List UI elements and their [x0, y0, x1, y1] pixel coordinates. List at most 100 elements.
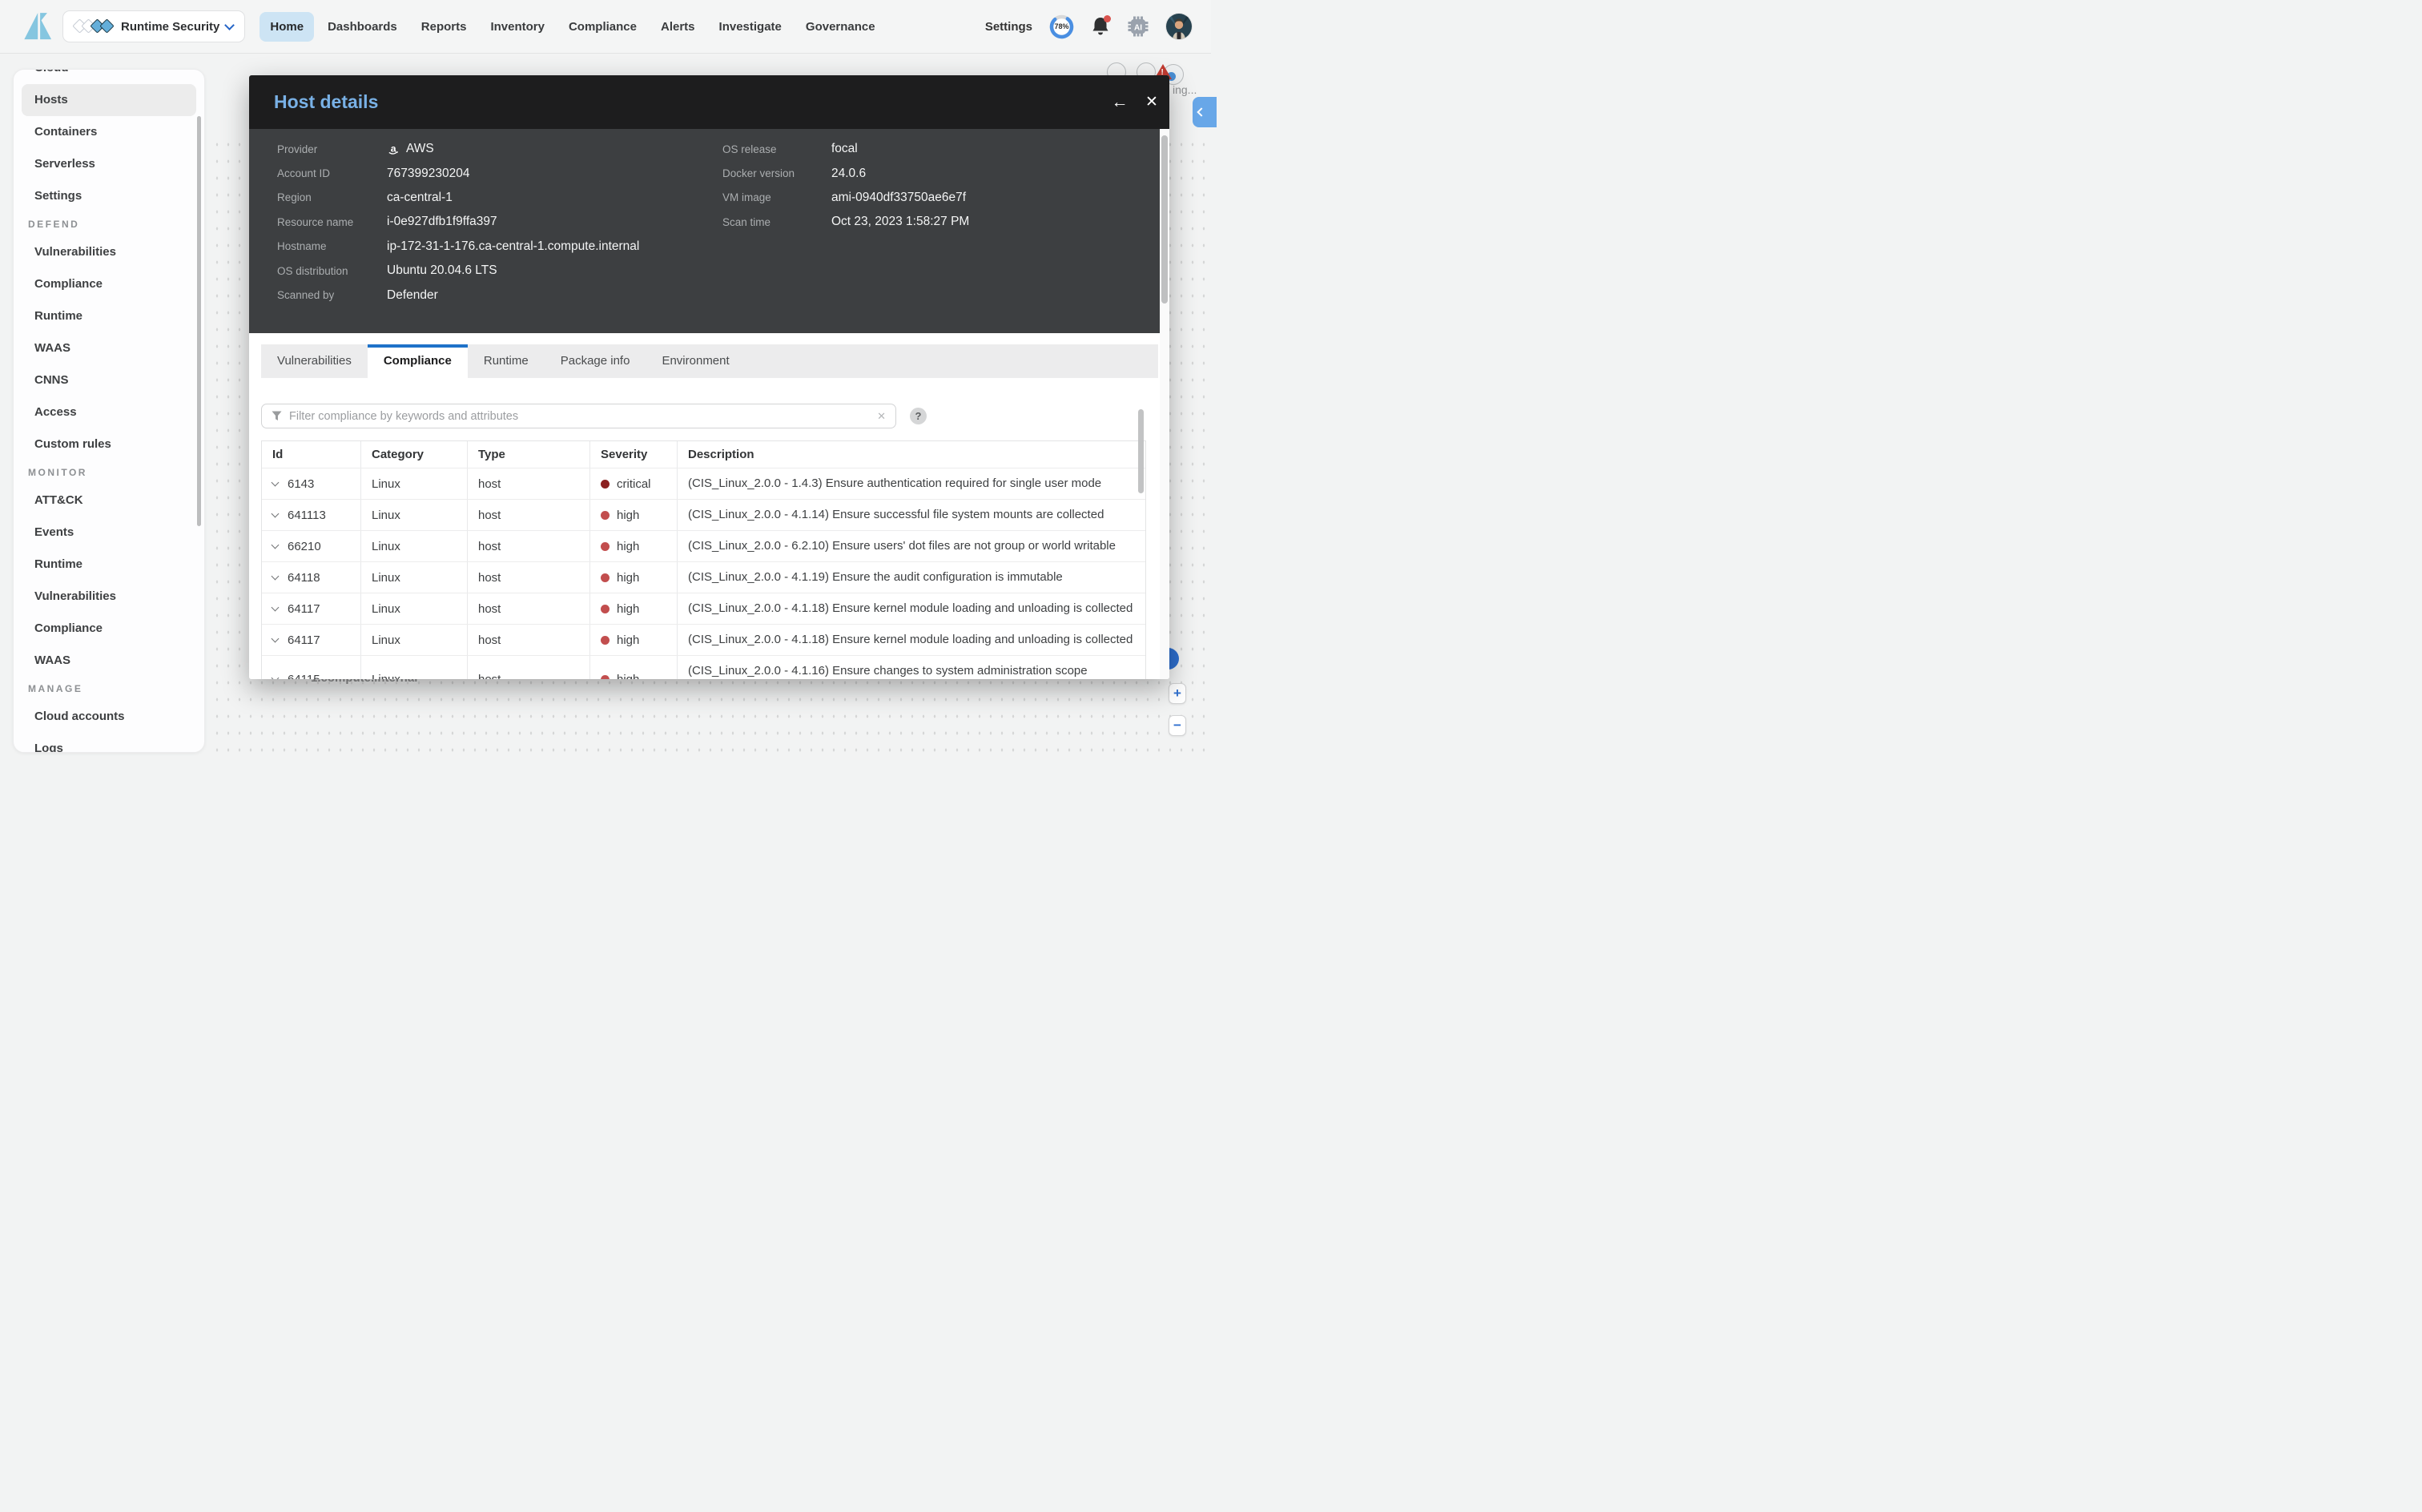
detail-field-os-release: OS releasefocal	[722, 137, 969, 161]
cell-type: host	[468, 531, 590, 561]
severity-label: critical	[617, 477, 651, 491]
sidebar-item-serverless[interactable]: Serverless	[22, 148, 196, 180]
nav-item-alerts[interactable]: Alerts	[650, 12, 706, 42]
cell-severity: high	[590, 656, 678, 679]
compliance-filter-input[interactable]	[289, 410, 870, 423]
cell-description: (CIS_Linux_2.0.0 - 4.1.16) Ensure change…	[678, 656, 1145, 679]
table-row[interactable]: 64115Linuxhosthigh(CIS_Linux_2.0.0 - 4.1…	[262, 656, 1145, 679]
sidebar-item-att-ck[interactable]: ATT&CK	[22, 485, 196, 517]
nav-item-investigate[interactable]: Investigate	[709, 12, 792, 42]
sidebar-item-runtime[interactable]: Runtime	[22, 549, 196, 581]
credits-progress-ring[interactable]: 78%	[1049, 14, 1074, 39]
compliance-table: IdCategoryTypeSeverityDescription6143Lin…	[261, 440, 1146, 679]
detail-field-hostname: Hostnameip-172-31-1-176.ca-central-1.com…	[277, 235, 639, 259]
detail-label: Region	[277, 191, 387, 203]
ai-copilot-icon[interactable]: AI	[1127, 15, 1149, 38]
background-text-fragment: ing...	[1173, 83, 1197, 96]
table-row[interactable]: 64118Linuxhosthigh(CIS_Linux_2.0.0 - 4.1…	[262, 562, 1145, 593]
row-expand-chevron-icon[interactable]	[272, 479, 280, 487]
tab-environment[interactable]: Environment	[646, 344, 745, 378]
row-expand-chevron-icon[interactable]	[272, 541, 280, 549]
cell-description: (CIS_Linux_2.0.0 - 4.1.18) Ensure kernel…	[678, 593, 1145, 624]
detail-value: 767399230204	[387, 167, 469, 181]
compliance-id: 64117	[288, 633, 320, 647]
sidebar-item-waas[interactable]: WAAS	[22, 645, 196, 677]
tab-compliance[interactable]: Compliance	[368, 344, 468, 378]
navbar-right-controls: Settings 78%	[985, 14, 1192, 39]
sidebar-item-vulnerabilities[interactable]: Vulnerabilities	[22, 236, 196, 268]
column-header-category[interactable]: Category	[361, 441, 468, 468]
detail-label: Provider	[277, 143, 387, 155]
sidebar-item-compliance[interactable]: Compliance	[22, 613, 196, 645]
collapse-panel-button[interactable]	[1193, 97, 1217, 127]
table-row[interactable]: 641113Linuxhosthigh(CIS_Linux_2.0.0 - 4.…	[262, 500, 1145, 531]
detail-value: focal	[831, 142, 858, 156]
product-switcher-dropdown[interactable]: Runtime Security	[62, 10, 245, 42]
table-row[interactable]: 64117Linuxhosthigh(CIS_Linux_2.0.0 - 4.1…	[262, 593, 1145, 625]
chevron-down-icon	[225, 20, 235, 30]
detail-value: ip-172-31-1-176.ca-central-1.compute.int…	[387, 239, 639, 254]
row-expand-chevron-icon[interactable]	[272, 635, 280, 643]
filter-row: ✕ ?	[261, 404, 927, 428]
row-expand-chevron-icon[interactable]	[272, 674, 280, 679]
table-row[interactable]: 64117Linuxhosthigh(CIS_Linux_2.0.0 - 4.1…	[262, 625, 1145, 656]
row-expand-chevron-icon[interactable]	[272, 573, 280, 581]
column-header-severity[interactable]: Severity	[590, 441, 678, 468]
sidebar-item-logs[interactable]: Logs	[22, 733, 196, 753]
sidebar-scrollbar[interactable]	[197, 116, 201, 526]
nav-item-inventory[interactable]: Inventory	[480, 12, 555, 42]
nav-item-governance[interactable]: Governance	[795, 12, 886, 42]
table-scrollbar-thumb[interactable]	[1138, 409, 1144, 493]
detail-value: i-0e927dfb1f9ffa397	[387, 215, 497, 229]
row-expand-chevron-icon[interactable]	[272, 510, 280, 518]
sidebar-item-cloud-accounts[interactable]: Cloud accounts	[22, 701, 196, 733]
table-row[interactable]: 6143Linuxhostcritical(CIS_Linux_2.0.0 - …	[262, 468, 1145, 500]
detail-field-scan-time: Scan timeOct 23, 2023 1:58:27 PM	[722, 210, 969, 234]
column-header-id[interactable]: Id	[262, 441, 361, 468]
sidebar-item-vulnerabilities[interactable]: Vulnerabilities	[22, 581, 196, 613]
nav-item-compliance[interactable]: Compliance	[558, 12, 647, 42]
notifications-bell-icon[interactable]	[1091, 16, 1110, 37]
sidebar-section-monitor: MONITOR	[14, 460, 204, 485]
row-expand-chevron-icon[interactable]	[272, 604, 280, 612]
detail-field-provider: ProvideraAWS	[277, 137, 639, 161]
sidebar-item-events[interactable]: Events	[22, 517, 196, 549]
sidebar-item-access[interactable]: Access	[22, 396, 196, 428]
sidebar-item-runtime[interactable]: Runtime	[22, 300, 196, 332]
prisma-cloud-logo-icon[interactable]	[18, 9, 54, 44]
sidebar-item-hosts[interactable]: Hosts	[22, 84, 196, 116]
column-header-type[interactable]: Type	[468, 441, 590, 468]
nav-item-reports[interactable]: Reports	[411, 12, 477, 42]
sidebar-item-containers[interactable]: Containers	[22, 116, 196, 148]
sidebar-item-waas[interactable]: WAAS	[22, 332, 196, 364]
tab-runtime[interactable]: Runtime	[468, 344, 545, 378]
modal-scrollbar-thumb[interactable]	[1161, 135, 1168, 304]
sidebar-item-settings[interactable]: Settings	[22, 180, 196, 212]
column-header-description[interactable]: Description	[678, 441, 1145, 468]
severity-dot-icon	[601, 573, 610, 582]
detail-field-resource-name: Resource namei-0e927dfb1f9ffa397	[277, 210, 639, 234]
nav-item-home[interactable]: Home	[260, 12, 314, 42]
cell-description: (CIS_Linux_2.0.0 - 4.1.14) Ensure succes…	[678, 500, 1145, 530]
back-button[interactable]: ←	[1108, 90, 1132, 115]
cell-category: Linux	[361, 656, 468, 679]
zoom-in-button[interactable]: +	[1169, 683, 1186, 704]
filter-help-button[interactable]: ?	[910, 408, 927, 424]
compliance-id: 6143	[288, 477, 314, 491]
close-icon[interactable]: ✕	[1140, 90, 1164, 115]
sidebar-item-custom-rules[interactable]: Custom rules	[22, 428, 196, 460]
cell-id: 64115	[262, 656, 361, 679]
compliance-id: 64115	[288, 673, 320, 680]
nav-item-dashboards[interactable]: Dashboards	[317, 12, 408, 42]
zoom-out-button[interactable]: −	[1169, 715, 1186, 736]
sidebar-item-cnns[interactable]: CNNS	[22, 364, 196, 396]
sidebar-item-compliance[interactable]: Compliance	[22, 268, 196, 300]
sidebar-item-cloud[interactable]: Cloud	[22, 69, 196, 84]
table-row[interactable]: 66210Linuxhosthigh(CIS_Linux_2.0.0 - 6.2…	[262, 531, 1145, 562]
severity-dot-icon	[601, 542, 610, 551]
tab-vulnerabilities[interactable]: Vulnerabilities	[261, 344, 368, 378]
user-avatar[interactable]	[1166, 14, 1192, 39]
tab-package-info[interactable]: Package info	[545, 344, 646, 378]
settings-link[interactable]: Settings	[985, 20, 1032, 34]
clear-filter-icon[interactable]: ✕	[877, 410, 886, 423]
